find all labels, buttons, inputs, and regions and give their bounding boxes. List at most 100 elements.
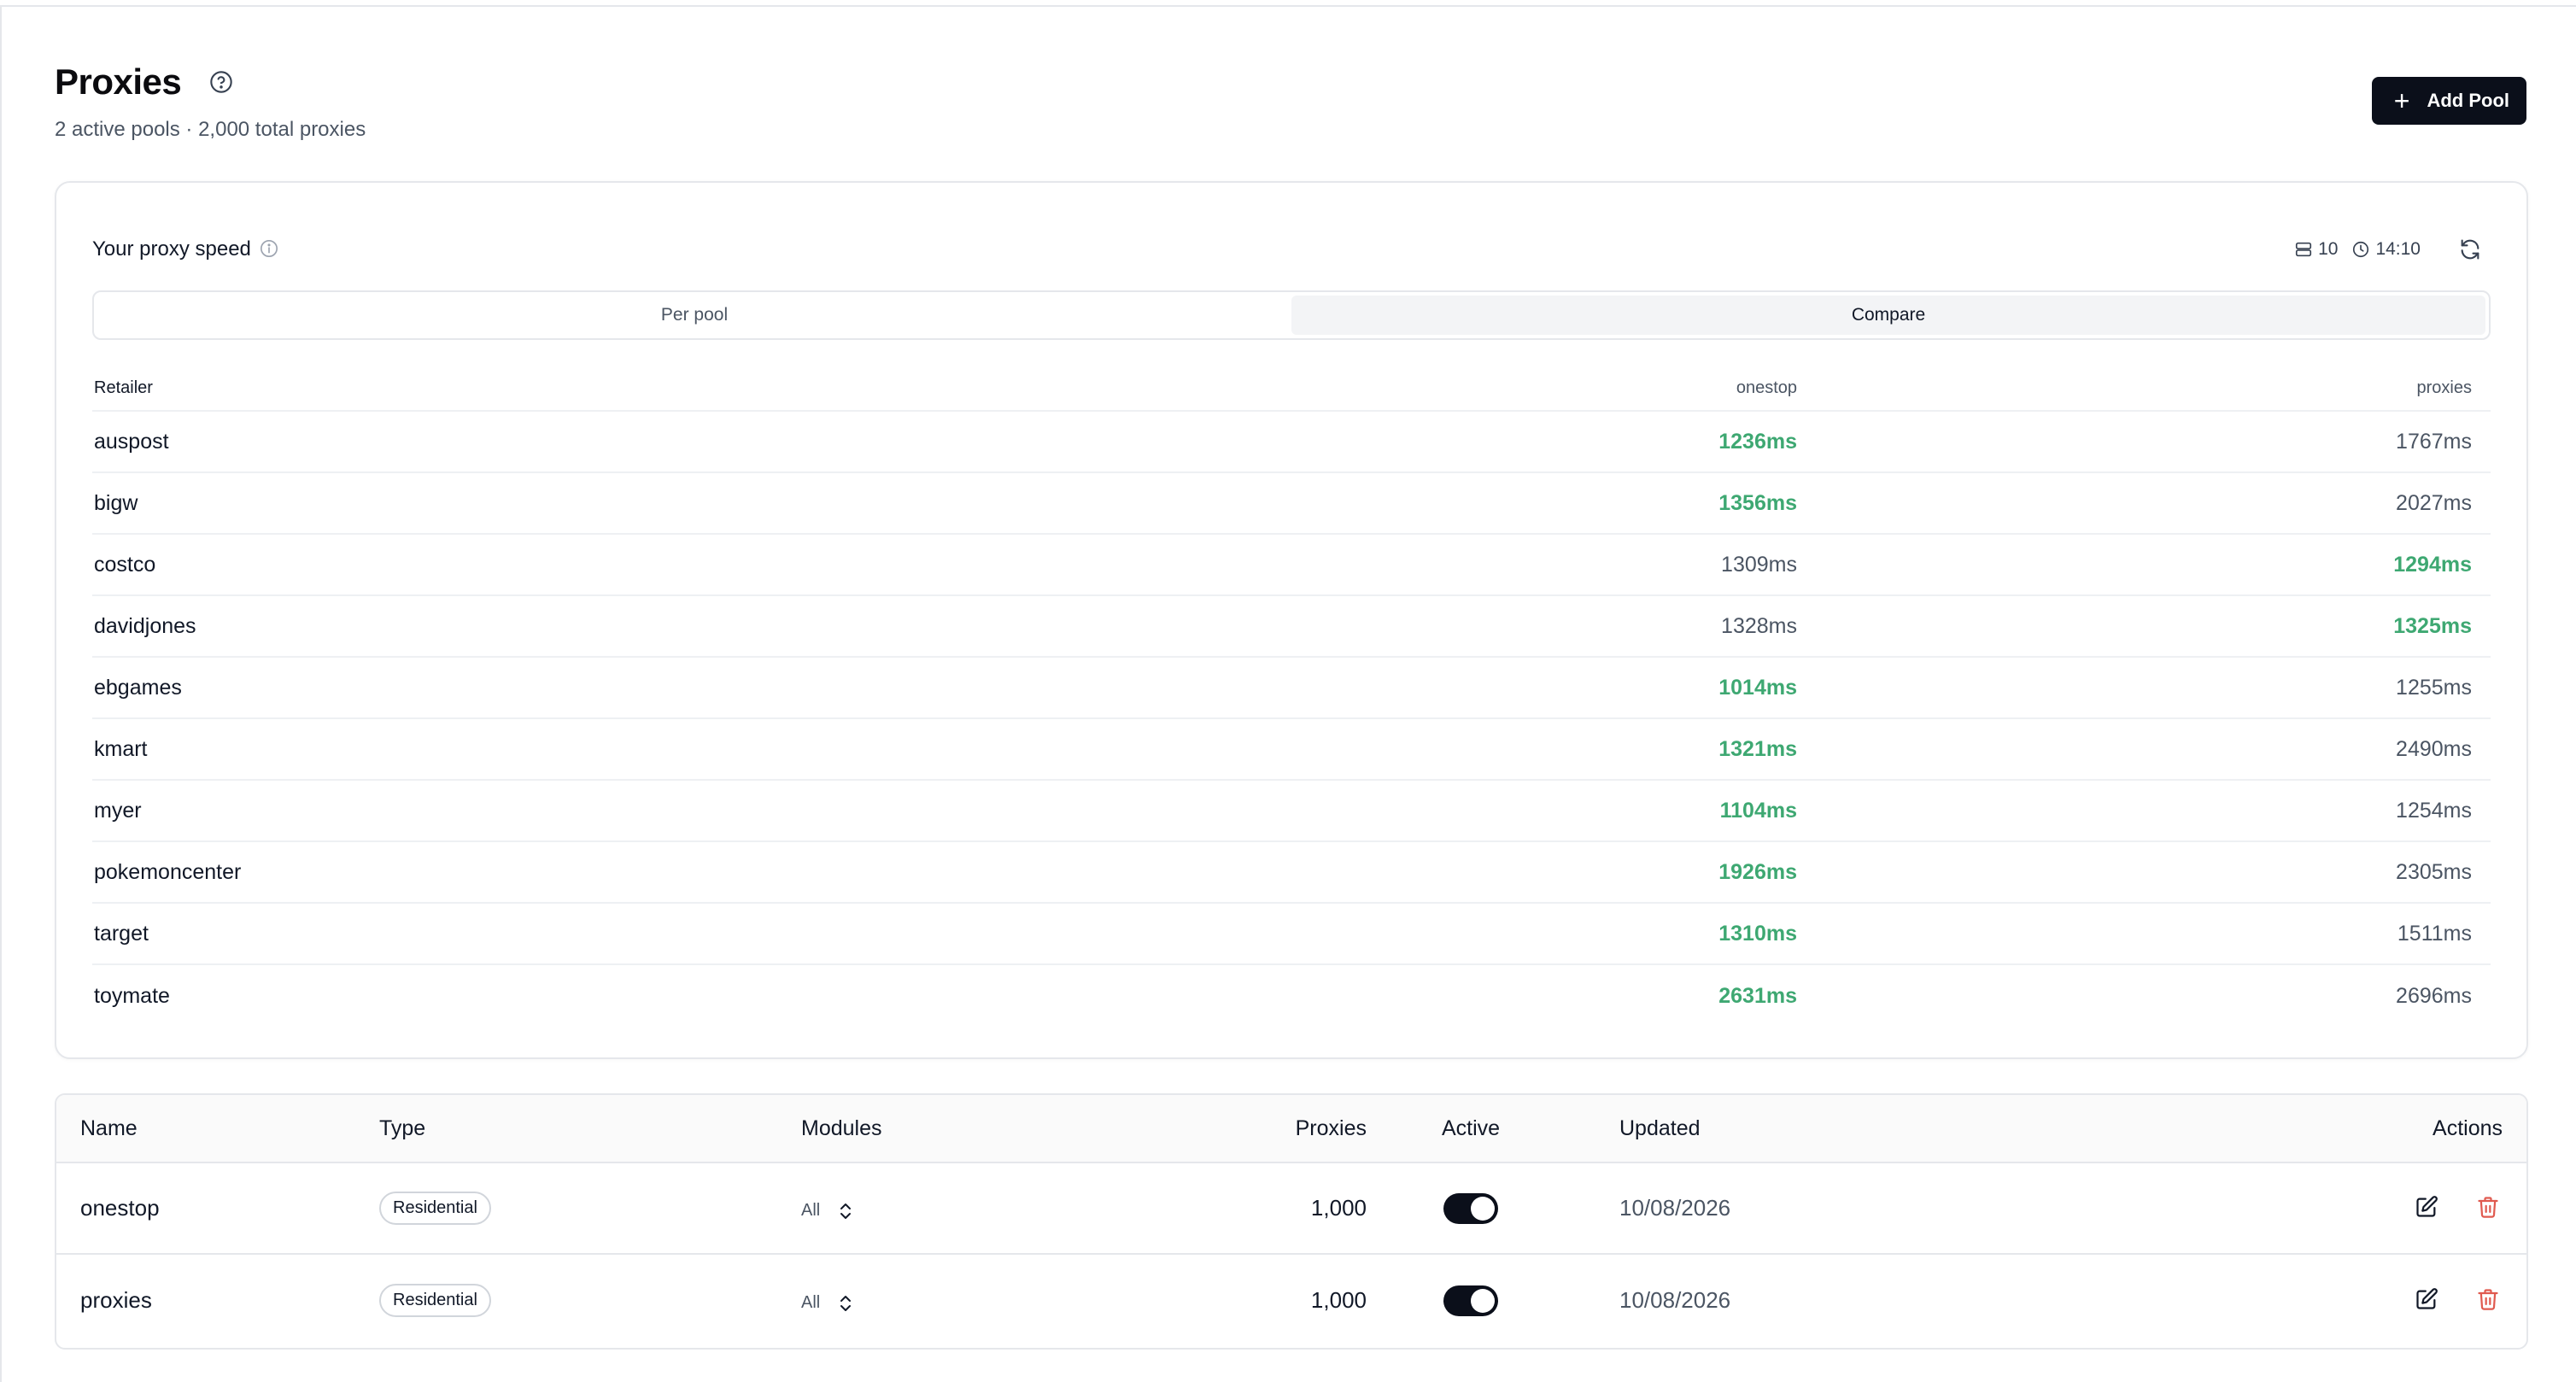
onestop-latency: 1926ms (1718, 859, 1797, 884)
retailer-name: auspost (94, 429, 169, 454)
retailer-name: target (94, 921, 149, 946)
proxy-count: 1,000 (1310, 1195, 1367, 1221)
onestop-latency: 1328ms (1721, 613, 1797, 638)
col-header-updated: Updated (1619, 1116, 1701, 1140)
type-badge: Residential (379, 1192, 491, 1225)
active-toggle[interactable] (1443, 1192, 1498, 1224)
table-row: pokemoncenter 1926ms 2305ms (92, 842, 2491, 904)
retailer-name: kmart (94, 736, 148, 761)
edit-icon[interactable] (2412, 1192, 2441, 1221)
proxies-latency: 1254ms (2396, 798, 2472, 823)
refresh-icon[interactable] (2455, 234, 2485, 265)
tab-compare[interactable]: Compare (1291, 296, 2485, 335)
onestop-latency: 1310ms (1718, 921, 1797, 946)
active-toggle[interactable] (1443, 1285, 1498, 1316)
retailer-name: pokemoncenter (94, 859, 242, 884)
page-header: Proxies 2 active pools · 2,000 total pro… (55, 61, 2526, 155)
modules-value: All (801, 1293, 821, 1312)
col-header-active: Active (1441, 1116, 1501, 1140)
proxies-latency: 1511ms (2397, 921, 2472, 946)
table-row: costco 1309ms 1294ms (92, 535, 2491, 596)
retailer-name: toymate (94, 983, 170, 1008)
col-header-proxies: Proxies (1295, 1116, 1367, 1140)
modules-cell: All (801, 1195, 1083, 1221)
col-header-onestop: onestop (1736, 378, 1797, 397)
proxies-latency: 2490ms (2396, 736, 2472, 761)
pools-table: Name Type Modules Proxies Active Updated… (55, 1093, 2528, 1350)
proxies-latency: 2305ms (2396, 859, 2472, 884)
modules-value: All (801, 1201, 821, 1220)
pool-name: onestop (80, 1195, 160, 1221)
col-header-type: Type (379, 1116, 426, 1140)
meta-count: 10 (2294, 239, 2338, 260)
speed-card-header: Your proxy speed 10 14:10 (92, 232, 2485, 266)
table-row: target 1310ms 1511ms (92, 904, 2491, 965)
table-row[interactable]: proxies Residential All 1,000 10/08/2026 (56, 1255, 2526, 1346)
onestop-latency: 1104ms (1719, 798, 1797, 823)
modules-select[interactable]: All (801, 1201, 854, 1221)
compare-table-body: auspost 1236ms 1767ms bigw 1356ms 2027ms costc… (92, 412, 2491, 1027)
table-row: bigw 1356ms 2027ms (92, 473, 2491, 535)
onestop-latency: 1236ms (1718, 429, 1797, 454)
server-icon (2296, 242, 2312, 257)
speed-view-toggle: Per pool Compare (92, 290, 2491, 340)
col-header-proxies: proxies (2416, 378, 2472, 397)
chevrons-up-down-icon (840, 1295, 852, 1311)
col-header-retailer: Retailer (94, 378, 153, 397)
proxies-latency: 1294ms (2393, 552, 2472, 577)
actions-cell (2105, 1192, 2526, 1225)
tab-per-pool[interactable]: Per pool (97, 296, 1291, 335)
modules-cell: All (801, 1287, 1083, 1314)
proxies-latency: 2027ms (2396, 490, 2472, 515)
meta-time: 14:10 (2351, 239, 2421, 260)
col-header-modules: Modules (801, 1116, 882, 1140)
proxies-latency: 1325ms (2393, 613, 2472, 638)
table-row: davidjones 1328ms 1325ms (92, 596, 2491, 658)
page-title: Proxies (55, 61, 182, 102)
table-row[interactable]: onestop Residential All 1,000 10/08/2026 (56, 1163, 2526, 1255)
retailer-name: costco (94, 552, 156, 577)
table-row: kmart 1321ms 2490ms (92, 719, 2491, 781)
active-cell (1367, 1192, 1575, 1224)
table-row: ebgames 1014ms 1255ms (92, 658, 2491, 719)
modules-select[interactable]: All (801, 1293, 854, 1314)
meta-count-value: 10 (2318, 239, 2339, 259)
col-header-name: Name (80, 1116, 138, 1140)
plus-icon: + (2393, 85, 2410, 116)
proxies-page: Proxies 2 active pools · 2,000 total pro… (0, 5, 2576, 1382)
proxy-count: 1,000 (1310, 1287, 1367, 1313)
retailer-name: bigw (94, 490, 138, 515)
proxies-latency: 1767ms (2396, 429, 2472, 454)
retailer-name: ebgames (94, 675, 182, 700)
proxies-latency: 1255ms (2396, 675, 2472, 700)
onestop-latency: 1321ms (1718, 736, 1797, 761)
edit-icon[interactable] (2412, 1285, 2441, 1314)
proxies-latency: 2696ms (2396, 983, 2472, 1008)
compare-table: Retailer onestop proxies auspost 1236ms 17… (92, 366, 2491, 1027)
onestop-latency: 1014ms (1718, 675, 1797, 700)
active-cell (1367, 1285, 1575, 1316)
add-pool-button[interactable]: + Add Pool (2371, 77, 2526, 125)
table-row: toymate 2631ms 2696ms (92, 965, 2491, 1027)
table-row: auspost 1236ms 1767ms (92, 412, 2491, 473)
pool-type-cell: Residential (379, 1284, 801, 1317)
trash-icon[interactable] (2474, 1192, 2503, 1221)
table-row: myer 1104ms 1254ms (92, 781, 2491, 842)
onestop-latency: 2631ms (1718, 983, 1797, 1008)
info-icon[interactable] (260, 239, 280, 260)
updated-date: 10/08/2026 (1619, 1195, 1731, 1221)
onestop-latency: 1309ms (1721, 552, 1797, 577)
updated-date: 10/08/2026 (1619, 1287, 1731, 1313)
proxy-speed-card: Your proxy speed 10 14:10 Per pool Compa… (55, 181, 2528, 1059)
toggle-knob (1471, 1288, 1495, 1313)
chevrons-up-down-icon (840, 1203, 852, 1219)
pool-type-cell: Residential (379, 1192, 801, 1225)
help-circle-icon[interactable] (208, 69, 234, 95)
speed-meta: 10 14:10 (2294, 234, 2485, 265)
retailer-name: myer (94, 798, 142, 823)
trash-icon[interactable] (2474, 1285, 2503, 1314)
pools-table-body: onestop Residential All 1,000 10/08/2026 prox… (56, 1163, 2526, 1346)
page-subtitle: 2 active pools · 2,000 total proxies (55, 118, 366, 141)
col-header-actions: Actions (2433, 1116, 2503, 1140)
meta-time-value: 14:10 (2375, 239, 2421, 259)
